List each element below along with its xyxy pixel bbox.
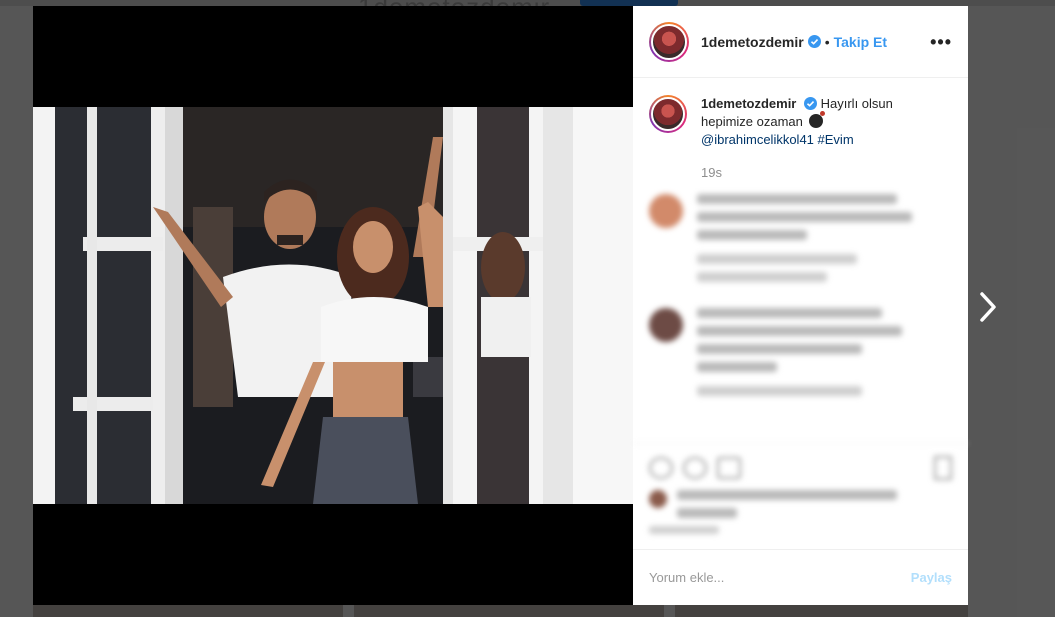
share-button[interactable]: Paylaş [911, 570, 952, 585]
verified-badge-icon [807, 35, 821, 48]
add-comment-bar: Paylaş [633, 549, 968, 605]
chevron-right-icon[interactable] [976, 290, 1000, 324]
caption-username[interactable]: 1demetozdemir [701, 96, 796, 111]
separator-dot: • [824, 33, 830, 50]
avatar[interactable] [649, 21, 689, 62]
list-item [649, 194, 952, 290]
comment-input[interactable] [649, 570, 911, 585]
more-dots-icon[interactable]: ••• [930, 33, 952, 51]
bomb-emoji-icon [808, 111, 825, 128]
avatar [649, 194, 683, 228]
blurred-comments [649, 194, 952, 404]
post-header: 1demetozdemir • Takip Et ••• [633, 6, 968, 78]
share-icon[interactable] [717, 457, 741, 479]
avatar[interactable] [649, 95, 687, 133]
caption: 1demetozdemir Hayırlı olsun hepimize oza… [649, 95, 952, 149]
list-item [649, 308, 952, 404]
post-username[interactable]: 1demetozdemir [701, 34, 804, 50]
post-sidebar: 1demetozdemir • Takip Et ••• 1demetozdem… [633, 6, 968, 605]
post-actions [633, 443, 968, 543]
comments-list: 1demetozdemir Hayırlı olsun hepimize oza… [633, 79, 968, 439]
comment-icon[interactable] [683, 457, 707, 479]
verified-badge-icon [804, 97, 817, 110]
avatar [649, 308, 683, 342]
caption-time: 19s [701, 165, 722, 180]
heart-icon[interactable] [649, 457, 673, 479]
bookmark-icon[interactable] [934, 456, 952, 480]
caption-text: 1demetozdemir Hayırlı olsun hepimize oza… [701, 95, 941, 149]
mention-link[interactable]: @ibrahimcelikkol41 [701, 132, 814, 147]
photo-illustration [33, 107, 633, 504]
post-modal: 1demetozdemir • Takip Et ••• 1demetozdem… [33, 6, 968, 605]
hashtag-link[interactable]: #Evim [818, 132, 854, 147]
follow-button[interactable]: Takip Et [834, 34, 887, 50]
post-media [33, 6, 633, 605]
post-photo[interactable] [33, 107, 633, 504]
